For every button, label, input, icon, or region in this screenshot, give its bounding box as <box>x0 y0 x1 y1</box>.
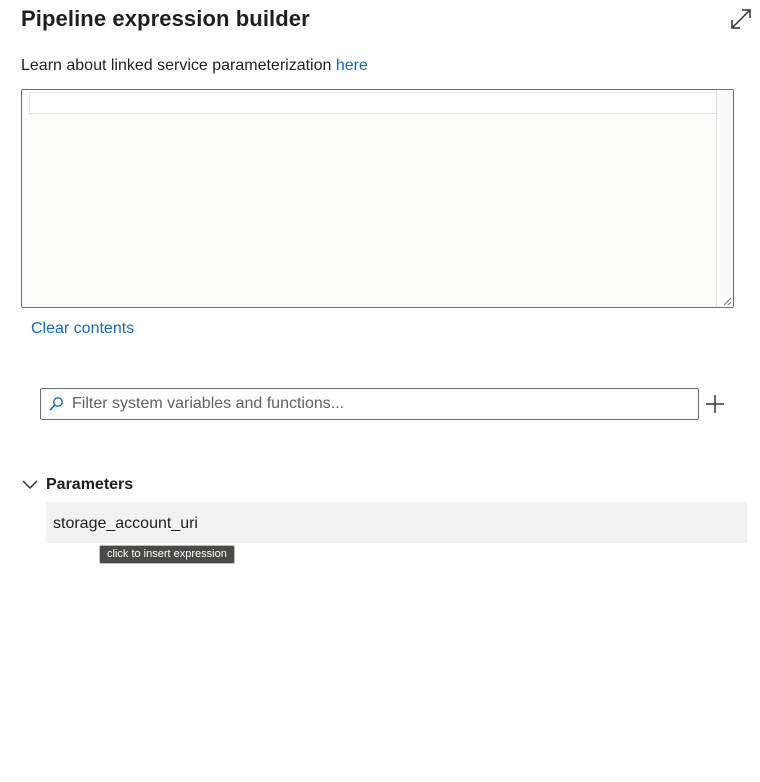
insert-expression-tooltip: click to insert expression <box>99 545 235 564</box>
editor-current-line[interactable] <box>29 92 717 114</box>
parameters-section-toggle[interactable]: Parameters <box>21 474 133 496</box>
clear-contents-link[interactable]: Clear contents <box>31 320 134 338</box>
plus-icon[interactable] <box>704 393 726 415</box>
help-link[interactable]: here <box>336 57 368 74</box>
filter-box[interactable] <box>40 388 699 420</box>
resize-grip-icon[interactable] <box>722 296 732 306</box>
expand-icon[interactable] <box>729 7 753 31</box>
search-icon <box>49 397 63 411</box>
parameters-section-title: Parameters <box>46 476 134 493</box>
help-text: Learn about linked service parameterizat… <box>21 57 336 74</box>
page-title: Pipeline expression builder <box>21 6 310 31</box>
filter-input[interactable] <box>72 389 692 419</box>
parameter-name: storage_account_uri <box>53 515 198 532</box>
parameter-item[interactable]: storage_account_uri <box>46 502 747 543</box>
editor-scrollbar[interactable] <box>716 90 733 307</box>
linked-service-help-text: Learn about linked service parameterizat… <box>21 57 368 75</box>
expression-editor[interactable] <box>21 89 734 308</box>
chevron-down-icon <box>22 480 38 490</box>
